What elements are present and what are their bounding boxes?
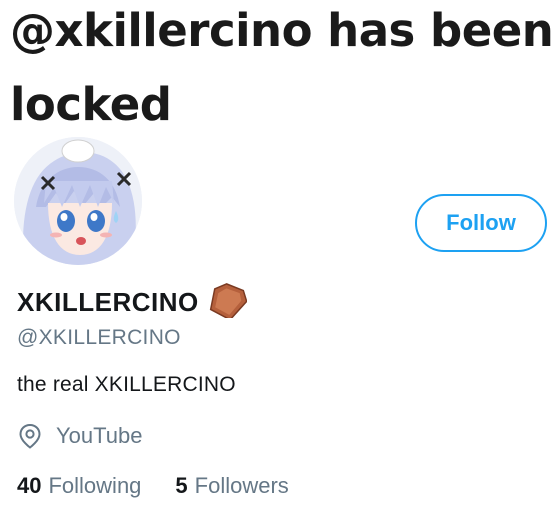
location-text: YouTube <box>56 423 143 448</box>
followers-link[interactable]: 5 Followers <box>175 473 288 499</box>
profile-bio: the real XKILLERCINO <box>17 373 236 396</box>
avatar[interactable] <box>14 137 142 265</box>
follow-button[interactable]: Follow <box>415 194 547 252</box>
display-name-row: XKILLERCINO <box>17 282 248 323</box>
followers-label: Followers <box>194 473 289 498</box>
following-count: 40 <box>17 473 42 498</box>
display-name: XKILLERCINO <box>17 286 199 317</box>
following-link[interactable]: 40 Following <box>17 473 141 499</box>
following-label: Following <box>48 473 142 498</box>
location-pin-icon <box>17 423 43 449</box>
avatar-image <box>14 137 142 265</box>
locked-notice-title: @xkillercino has been locked <box>10 4 554 131</box>
profile-stats: 40 Following 5 Followers <box>17 470 289 502</box>
profile-handle: @XKILLERCINO <box>17 326 181 349</box>
coffin-icon <box>207 282 248 323</box>
followers-count: 5 <box>175 473 188 498</box>
profile-location: YouTube <box>17 420 142 452</box>
